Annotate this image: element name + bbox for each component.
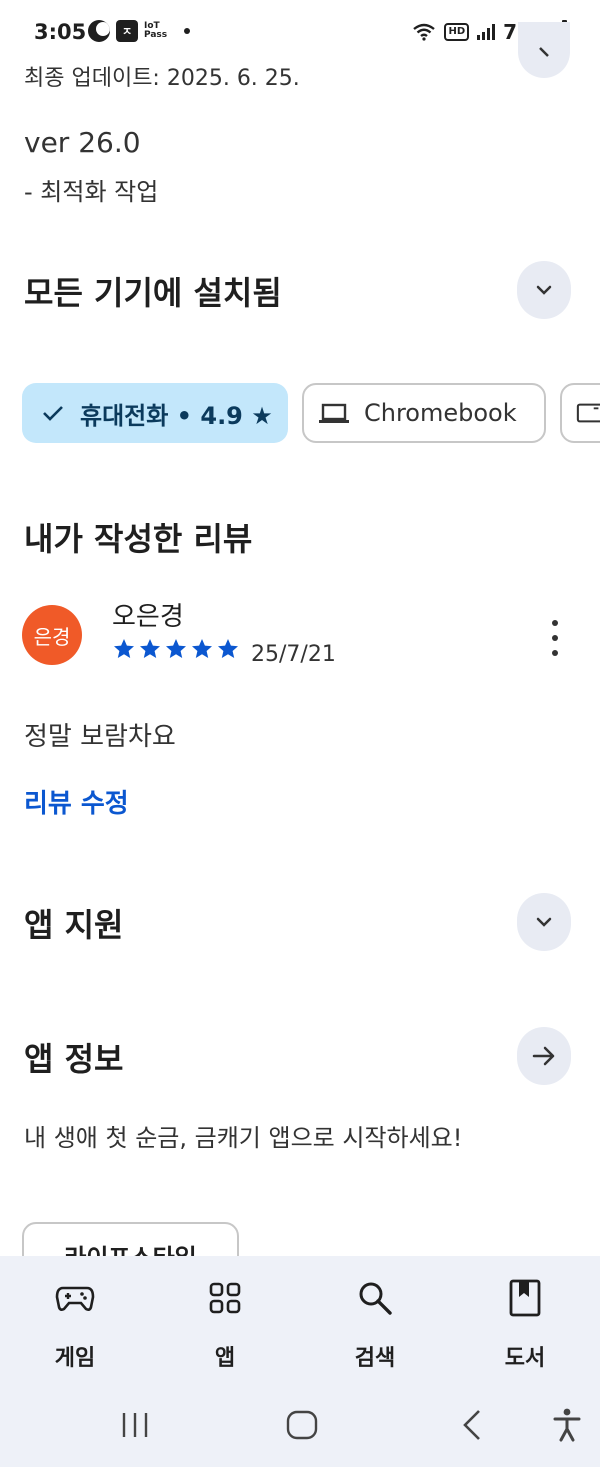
gamepad-icon (55, 1286, 95, 1311)
review-text: 정말 보람차요 (24, 722, 176, 752)
status-notification-icons: ㅈ IoT Pass (88, 20, 190, 42)
bottom-navigation: 게임 앱 검색 도서 (0, 1256, 600, 1467)
nav-item-books[interactable]: 도서 (475, 1276, 575, 1372)
review-more-options-icon[interactable] (540, 618, 570, 658)
accessibility-button[interactable] (540, 1400, 594, 1450)
app-support-title: 앱 지원 (24, 906, 124, 944)
chevron-down-icon (536, 285, 552, 295)
wifi-icon (413, 23, 436, 41)
nav-label-games: 게임 (54, 1346, 96, 1371)
my-review-title: 내가 작성한 리뷰 (24, 520, 253, 558)
status-time: 3:05 (34, 20, 87, 44)
arrow-right-icon (539, 47, 549, 57)
device-chip-phone[interactable]: 휴대전화 • 4.9 ★ (22, 383, 288, 443)
status-bar: 3:05 ㅈ IoT Pass HD 73% (0, 0, 600, 64)
home-button[interactable] (275, 1400, 329, 1450)
home-icon (286, 1410, 318, 1440)
system-navigation-bar (0, 1390, 600, 1460)
laptop-icon (319, 403, 349, 423)
nav-item-apps[interactable]: 앱 (175, 1276, 275, 1372)
app-info-arrow-button[interactable] (517, 1027, 571, 1085)
avatar: 은경 (22, 605, 82, 665)
apps-grid-icon (209, 1282, 241, 1314)
iot-pass-icon: IoT Pass (144, 21, 168, 40)
nav-label-search: 검색 (354, 1346, 396, 1371)
device-chip-chromebook[interactable]: Chromebook (302, 383, 546, 443)
app-support-expand-button[interactable] (517, 893, 571, 951)
nav-item-games[interactable]: 게임 (25, 1276, 125, 1372)
review-date: 25/7/21 (251, 642, 336, 667)
do-not-disturb-icon (88, 20, 110, 42)
edit-review-link[interactable]: 리뷰 수정 (24, 783, 129, 820)
more-notifications-dot (184, 28, 190, 34)
version-text: ver 26.0 (24, 126, 141, 159)
device-chip-phone-label: 휴대전화 • 4.9 ★ (80, 401, 273, 430)
device-chip-chromebook-label: Chromebook (364, 399, 517, 427)
installed-devices-expand-button[interactable] (517, 261, 571, 319)
star-icon (218, 639, 238, 658)
hd-voice-icon: HD (444, 23, 470, 41)
chevron-down-icon (536, 917, 552, 927)
device-chip-tablet[interactable] (560, 383, 600, 443)
star-icon (140, 639, 160, 658)
star-icon (114, 639, 134, 658)
installed-devices-title: 모든 기기에 설치됨 (24, 274, 282, 312)
nav-item-search[interactable]: 검색 (325, 1276, 425, 1372)
back-button[interactable] (445, 1400, 499, 1450)
review-rating-stars (112, 637, 240, 661)
recent-apps-button[interactable] (108, 1400, 162, 1450)
nav-label-books: 도서 (504, 1346, 546, 1371)
book-icon (509, 1279, 541, 1317)
whats-new-arrow-button[interactable] (518, 22, 570, 78)
nav-label-apps: 앱 (214, 1346, 236, 1371)
back-icon (463, 1410, 480, 1440)
signal-icon (477, 24, 496, 40)
recent-apps-icon (122, 1413, 148, 1437)
star-icon (192, 639, 212, 658)
last-updated-date: 최종 업데이트: 2025. 6. 25. (24, 66, 300, 91)
arrow-right-icon (532, 1046, 555, 1066)
search-icon (359, 1282, 392, 1315)
checkmark-icon (43, 406, 63, 421)
change-note: - 최적화 작업 (24, 178, 159, 206)
star-icon (166, 639, 186, 658)
reviewer-name: 오은경 (112, 602, 184, 632)
accessibility-icon (553, 1408, 581, 1442)
app-info-title: 앱 정보 (24, 1040, 124, 1078)
app-description: 내 생애 첫 순금, 금캐기 앱으로 시작하세요! (24, 1124, 463, 1152)
app-notification-icon: ㅈ (116, 20, 138, 42)
tablet-icon (576, 403, 600, 423)
